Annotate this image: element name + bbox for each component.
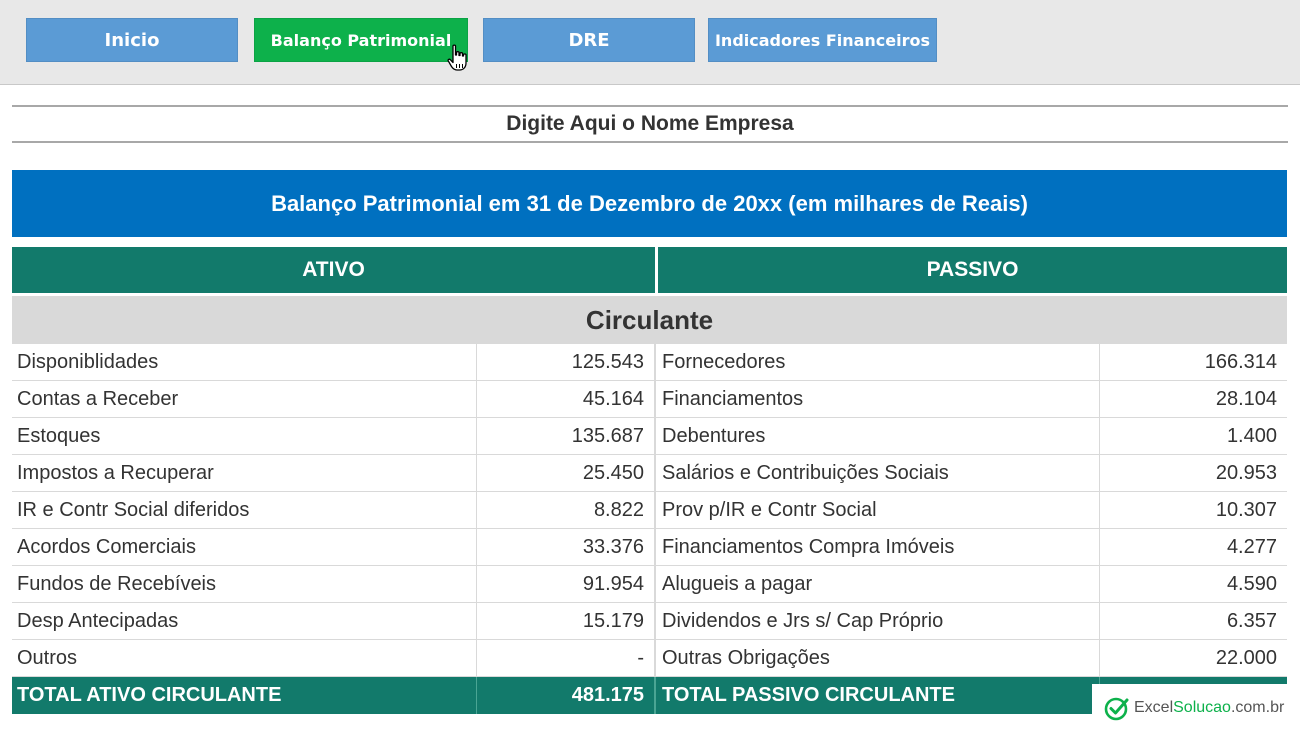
ativo-value: 8.822 bbox=[477, 492, 656, 529]
logo-text-solucao: Solucao bbox=[1173, 698, 1231, 716]
passivo-header: PASSIVO bbox=[658, 247, 1287, 293]
table-row: Acordos Comerciais 33.376 Financiamentos… bbox=[12, 529, 1287, 566]
ativo-header: ATIVO bbox=[12, 247, 655, 293]
dre-button[interactable]: DRE bbox=[483, 18, 695, 62]
table-row: Desp Antecipadas 15.179 Dividendos e Jrs… bbox=[12, 603, 1287, 640]
ativo-value: 135.687 bbox=[477, 418, 656, 455]
logo-text-excel: Excel bbox=[1134, 698, 1174, 716]
balance-table: Disponiblidades 125.543 Fornecedores 166… bbox=[12, 344, 1287, 714]
table-row: Disponiblidades 125.543 Fornecedores 166… bbox=[12, 344, 1287, 381]
table-row: Impostos a Recuperar 25.450 Salários e C… bbox=[12, 455, 1287, 492]
ativo-value: - bbox=[477, 640, 656, 677]
ativo-label: Desp Antecipadas bbox=[12, 603, 477, 640]
table-row: Contas a Receber 45.164 Financiamentos 2… bbox=[12, 381, 1287, 418]
table-row: Estoques 135.687 Debentures 1.400 bbox=[12, 418, 1287, 455]
navigation-bar: Inicio Balanço Patrimonial DRE Indicador… bbox=[0, 0, 1300, 85]
ativo-label: IR e Contr Social diferidos bbox=[12, 492, 477, 529]
ativo-label: Acordos Comerciais bbox=[12, 529, 477, 566]
passivo-value: 166.314 bbox=[1204, 351, 1277, 373]
passivo-label: Outras Obrigações bbox=[656, 640, 1100, 677]
passivo-value: 20.953 bbox=[1215, 462, 1277, 484]
check-circle-icon bbox=[1104, 697, 1129, 720]
total-ativo-label: TOTAL ATIVO CIRCULANTE bbox=[12, 677, 477, 714]
ativo-value: 91.954 bbox=[477, 566, 656, 603]
total-ativo-value: 481.175 bbox=[477, 677, 656, 714]
ativo-value: 15.179 bbox=[477, 603, 656, 640]
ativo-value: 125.543 bbox=[477, 344, 656, 381]
table-row: IR e Contr Social diferidos 8.822 Prov p… bbox=[12, 492, 1287, 529]
passivo-label: Alugueis a pagar bbox=[656, 566, 1100, 603]
ativo-label: Estoques bbox=[12, 418, 477, 455]
passivo-value: 28.104 bbox=[1215, 388, 1277, 410]
excelsolucao-logo: Excel Solucao .com.br bbox=[1092, 684, 1300, 731]
ativo-value: 25.450 bbox=[477, 455, 656, 492]
table-row: Fundos de Recebíveis 91.954 Alugueis a p… bbox=[12, 566, 1287, 603]
passivo-label: Dividendos e Jrs s/ Cap Próprio bbox=[656, 603, 1100, 640]
report-title: Balanço Patrimonial em 31 de Dezembro de… bbox=[12, 170, 1287, 237]
inicio-button[interactable]: Inicio bbox=[26, 18, 238, 62]
ativo-label: Fundos de Recebíveis bbox=[12, 566, 477, 603]
passivo-value: 4.277 bbox=[1226, 536, 1277, 558]
ativo-label: Disponiblidades bbox=[12, 344, 477, 381]
ativo-label: Impostos a Recuperar bbox=[12, 455, 477, 492]
table-row: Outros - Outras Obrigações 22.000 bbox=[12, 640, 1287, 677]
passivo-label: Financiamentos Compra Imóveis bbox=[656, 529, 1100, 566]
indicadores-financeiros-button[interactable]: Indicadores Financeiros bbox=[708, 18, 937, 62]
hand-pointer-icon bbox=[447, 44, 467, 71]
passivo-value: 10.307 bbox=[1215, 499, 1277, 521]
passivo-label: Fornecedores bbox=[656, 344, 1100, 381]
logo-text-domain: .com.br bbox=[1230, 698, 1285, 716]
passivo-value: 4.590 bbox=[1226, 573, 1277, 595]
ativo-value: 33.376 bbox=[477, 529, 656, 566]
passivo-label: Debentures bbox=[656, 418, 1100, 455]
company-name: Digite Aqui o Nome Empresa bbox=[12, 105, 1288, 143]
balanco-patrimonial-button[interactable]: Balanço Patrimonial bbox=[254, 18, 468, 62]
passivo-label: Salários e Contribuições Sociais bbox=[656, 455, 1100, 492]
section-circulante: Circulante bbox=[12, 296, 1287, 344]
passivo-label: Prov p/IR e Contr Social bbox=[656, 492, 1100, 529]
passivo-value: 1.400 bbox=[1226, 425, 1277, 447]
ativo-value: 45.164 bbox=[477, 381, 656, 418]
ativo-label: Outros bbox=[12, 640, 477, 677]
ativo-label: Contas a Receber bbox=[12, 381, 477, 418]
passivo-value: 22.000 bbox=[1215, 647, 1277, 669]
passivo-value: 6.357 bbox=[1226, 610, 1277, 632]
passivo-label: Financiamentos bbox=[656, 381, 1100, 418]
total-passivo-label: TOTAL PASSIVO CIRCULANTE bbox=[656, 677, 1100, 714]
